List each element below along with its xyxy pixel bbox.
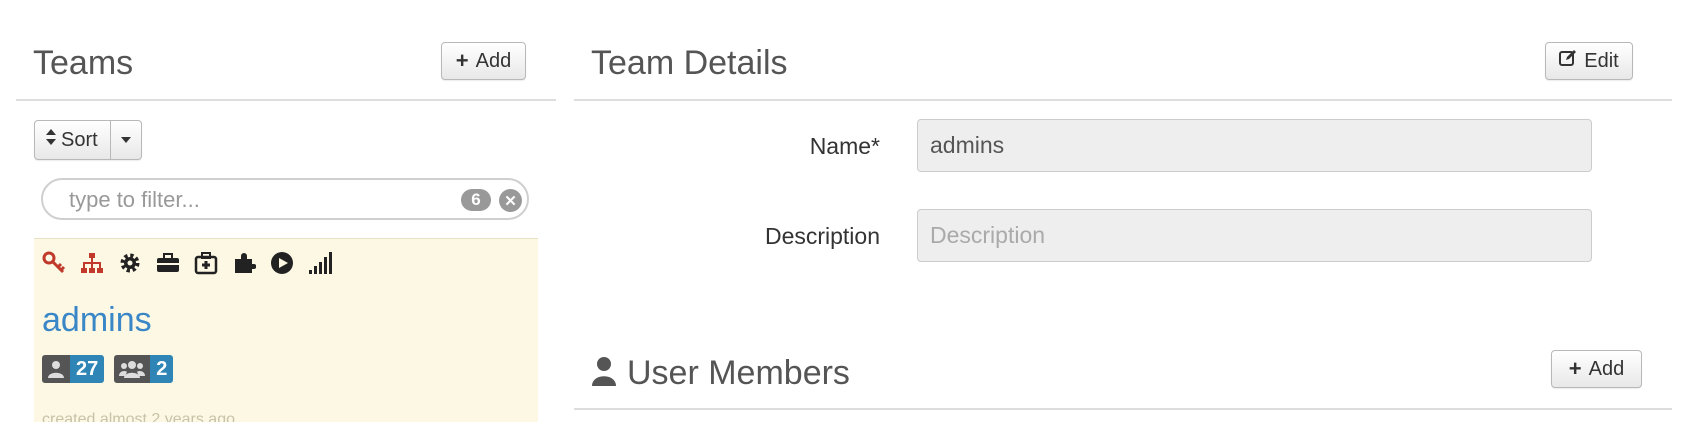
edit-icon bbox=[1559, 49, 1577, 73]
permission-icons bbox=[42, 251, 332, 275]
briefcase-icon bbox=[156, 251, 180, 275]
team-stats: 27 2 bbox=[42, 355, 174, 383]
user-members-header: User Members bbox=[591, 354, 850, 393]
play-circle-icon bbox=[270, 251, 294, 275]
user-count: 27 bbox=[70, 355, 105, 383]
key-icon bbox=[42, 251, 66, 275]
name-field[interactable]: admins bbox=[917, 119, 1592, 172]
teams-heading: Teams bbox=[33, 44, 134, 82]
puzzle-icon bbox=[232, 251, 256, 275]
edit-label: Edit bbox=[1584, 49, 1619, 72]
team-name-link[interactable]: admins bbox=[42, 301, 152, 340]
sort-button[interactable]: Sort bbox=[35, 121, 111, 159]
sort-label: Sort bbox=[61, 128, 98, 151]
description-label: Description bbox=[764, 223, 880, 249]
sort-split-button: Sort bbox=[34, 120, 142, 160]
caret-down-icon bbox=[120, 131, 132, 149]
edit-team-button[interactable]: Edit bbox=[1545, 42, 1633, 80]
sort-icon bbox=[45, 128, 57, 152]
plus-icon: + bbox=[455, 48, 469, 73]
team-details-heading: Team Details bbox=[591, 44, 788, 82]
filter-box: 6 ✕ bbox=[41, 178, 529, 220]
filter-input[interactable] bbox=[69, 187, 449, 213]
user-members-heading: User Members bbox=[627, 354, 850, 392]
group-count: 2 bbox=[150, 355, 174, 383]
medkit-icon bbox=[194, 251, 218, 275]
name-label: Name* bbox=[809, 133, 880, 159]
plus-icon: + bbox=[1568, 356, 1582, 381]
gear-icon bbox=[118, 251, 142, 275]
user-count-badge: 27 bbox=[42, 355, 105, 383]
team-list-item[interactable]: admins 27 2 created almost 2 years ago bbox=[34, 238, 538, 422]
add-team-label: Add bbox=[475, 49, 512, 72]
user-icon bbox=[591, 356, 617, 391]
sort-dropdown-toggle[interactable] bbox=[111, 121, 141, 159]
signal-icon bbox=[308, 251, 332, 275]
add-member-label: Add bbox=[1588, 357, 1625, 380]
teams-divider bbox=[16, 99, 556, 101]
teams-page: Teams + Add Sort 6 ✕ bbox=[0, 0, 1685, 422]
clear-filter-icon[interactable]: ✕ bbox=[499, 189, 522, 212]
user-icon bbox=[42, 355, 70, 383]
created-timestamp: created almost 2 years ago bbox=[42, 411, 235, 422]
sitemap-icon bbox=[80, 251, 104, 275]
members-divider bbox=[574, 408, 1672, 410]
add-team-button[interactable]: + Add bbox=[441, 42, 526, 80]
group-icon bbox=[114, 355, 151, 383]
group-count-badge: 2 bbox=[114, 355, 174, 383]
add-member-button[interactable]: + Add bbox=[1551, 350, 1642, 388]
filter-count-badge: 6 bbox=[461, 189, 491, 211]
details-divider bbox=[574, 99, 1672, 101]
description-field[interactable]: Description bbox=[917, 209, 1592, 262]
